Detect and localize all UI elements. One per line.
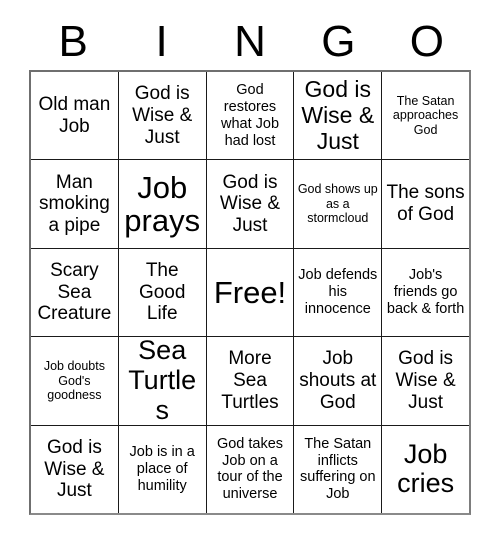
bingo-cell-label: Job cries: [397, 438, 455, 499]
bingo-cell-label: God restores what Job had lost: [220, 82, 280, 149]
bingo-cell-n5[interactable]: God takes Job on a tour of the universe: [205, 425, 294, 514]
bingo-cell-i5[interactable]: Job is in a place of humility: [117, 425, 206, 514]
bingo-card: B I N G O Old man Job God is Wise & Just…: [0, 0, 500, 544]
free-space-label: Free!: [213, 274, 287, 310]
bingo-row: God is Wise & Just Job is in a place of …: [31, 424, 469, 514]
bingo-cell-label: Scary Sea Creature: [37, 260, 112, 325]
bingo-cell-label: God is Wise & Just: [395, 348, 456, 413]
bingo-cell-b3[interactable]: Scary Sea Creature: [31, 249, 118, 336]
bingo-cell-label: Sea Turtles: [128, 337, 197, 425]
bingo-cell-label: Man smoking a pipe: [39, 171, 110, 236]
bingo-cell-b5[interactable]: God is Wise & Just: [31, 426, 118, 513]
bingo-cell-b2[interactable]: Man smoking a pipe: [31, 160, 118, 247]
bingo-cell-i3[interactable]: The Good Life: [117, 248, 206, 337]
bingo-cell-g2[interactable]: God shows up as a stormcloud: [293, 160, 381, 248]
bingo-header-letter-n: N: [234, 17, 266, 66]
bingo-cell-label: Job's friends go back & forth: [386, 267, 465, 317]
bingo-header: B I N G O: [29, 14, 471, 70]
bingo-cell-label: Job defends his innocence: [298, 267, 378, 317]
bingo-cell-label: God takes Job on a tour of the universe: [216, 435, 284, 503]
bingo-cell-n4[interactable]: More Sea Turtles: [205, 337, 294, 425]
bingo-cell-o1[interactable]: The Satan approaches God: [381, 72, 469, 160]
bingo-cell-label: God shows up as a stormcloud: [297, 181, 378, 226]
bingo-cell-label: God is Wise & Just: [301, 76, 375, 154]
bingo-cell-label: Job doubts God's goodness: [43, 358, 105, 403]
bingo-grid: Old man Job God is Wise & Just God resto…: [29, 70, 471, 515]
bingo-cell-g3[interactable]: Job defends his innocence: [293, 248, 381, 337]
bingo-cell-label: God is Wise & Just: [132, 83, 193, 148]
bingo-cell-b4[interactable]: Job doubts God's goodness: [31, 337, 118, 424]
bingo-cell-label: God is Wise & Just: [219, 171, 281, 236]
bingo-cell-g5[interactable]: The Satan inflicts suffering on Job: [293, 425, 381, 514]
bingo-cell-o5[interactable]: Job cries: [381, 425, 469, 514]
bingo-cell-i2[interactable]: Job prays: [117, 160, 206, 248]
bingo-cell-label: Old man Job: [38, 94, 111, 137]
bingo-cell-label: Job prays: [124, 169, 201, 239]
bingo-header-letter-o: O: [409, 17, 444, 66]
bingo-cell-g4[interactable]: Job shouts at God: [293, 337, 381, 425]
bingo-cell-label: The sons of God: [386, 182, 465, 226]
bingo-cell-label: God is Wise & Just: [44, 436, 105, 502]
bingo-cell-b1[interactable]: Old man Job: [31, 72, 118, 159]
bingo-cell-o4[interactable]: God is Wise & Just: [381, 337, 469, 425]
bingo-cell-o2[interactable]: The sons of God: [381, 160, 469, 248]
bingo-cell-o3[interactable]: Job's friends go back & forth: [381, 248, 469, 337]
bingo-cell-g1[interactable]: God is Wise & Just: [293, 72, 381, 160]
bingo-row: Job doubts God's goodness Sea Turtles Mo…: [31, 336, 469, 425]
bingo-cell-label: The Satan inflicts suffering on Job: [300, 435, 376, 503]
bingo-row: Man smoking a pipe Job prays God is Wise…: [31, 159, 469, 248]
bingo-header-letter-b: B: [58, 17, 88, 66]
bingo-cell-n1[interactable]: God restores what Job had lost: [205, 72, 294, 160]
bingo-cell-label: The Satan approaches God: [392, 93, 459, 138]
bingo-cell-i1[interactable]: God is Wise & Just: [117, 72, 206, 160]
bingo-cell-label: More Sea Turtles: [221, 348, 279, 413]
bingo-cell-label: Job is in a place of humility: [129, 444, 195, 494]
bingo-cell-label: Job shouts at God: [299, 348, 377, 413]
bingo-cell-label: The Good Life: [138, 260, 186, 325]
bingo-row: Old man Job God is Wise & Just God resto…: [31, 72, 469, 160]
bingo-header-letter-g: G: [321, 17, 356, 66]
bingo-header-letter-i: I: [155, 17, 168, 66]
bingo-row: Scary Sea Creature The Good Life Free! J…: [31, 247, 469, 337]
bingo-cell-n2[interactable]: God is Wise & Just: [205, 160, 294, 248]
bingo-cell-i4[interactable]: Sea Turtles: [117, 337, 206, 425]
bingo-cell-free-space[interactable]: Free!: [205, 248, 294, 337]
